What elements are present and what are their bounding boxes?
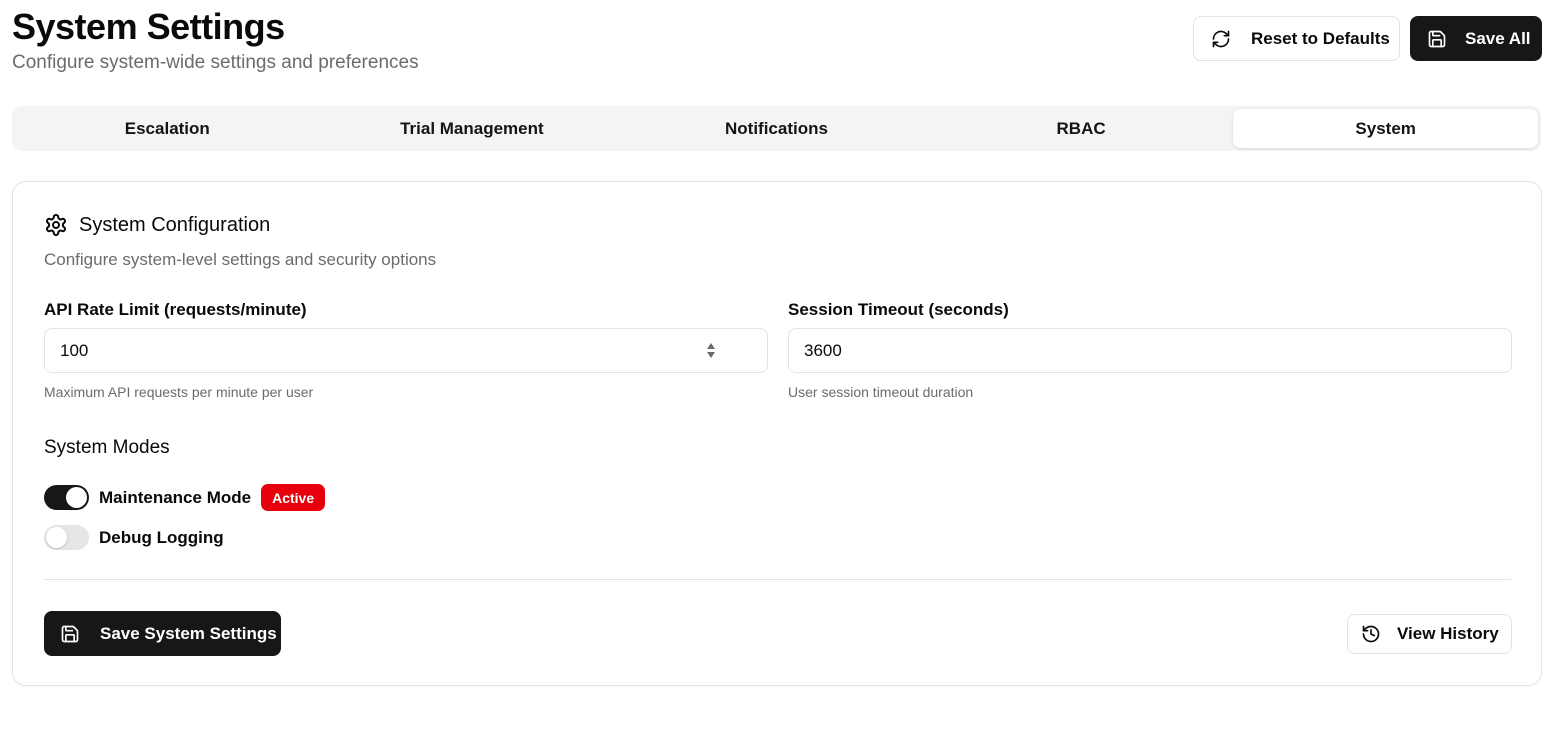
maintenance-mode-label: Maintenance Mode (99, 487, 252, 507)
page-title: System Settings (12, 6, 285, 47)
view-history-button[interactable]: View History (1347, 614, 1512, 654)
tab-escalation[interactable]: Escalation (15, 109, 320, 148)
debug-logging-toggle[interactable] (44, 525, 89, 550)
tab-trial-management[interactable]: Trial Management (320, 109, 625, 148)
save-system-settings-label: Save System Settings (100, 623, 277, 643)
card-description: Configure system-level settings and secu… (44, 250, 437, 269)
reset-to-defaults-label: Reset to Defaults (1251, 28, 1390, 48)
floppy-disk-icon (1426, 28, 1448, 50)
save-all-label: Save All (1465, 28, 1531, 48)
history-icon (1360, 623, 1382, 645)
toggle-knob (46, 527, 67, 548)
debug-logging-row: Debug Logging (44, 525, 224, 550)
save-system-settings-button[interactable]: Save System Settings (44, 611, 281, 656)
view-history-label: View History (1397, 624, 1499, 643)
session-timeout-label: Session Timeout (seconds) (788, 300, 1009, 319)
save-all-button[interactable]: Save All (1410, 16, 1542, 61)
system-modes-title: System Modes (44, 437, 170, 458)
tab-notifications[interactable]: Notifications (624, 109, 929, 148)
api-rate-limit-label: API Rate Limit (requests/minute) (44, 300, 307, 319)
reset-to-defaults-button[interactable]: Reset to Defaults (1193, 16, 1400, 61)
system-settings-page: System Settings Configure system-wide se… (0, 0, 1551, 753)
status-badge: Active (261, 484, 326, 511)
divider (44, 579, 1511, 580)
api-rate-limit-input[interactable] (44, 328, 768, 373)
tab-rbac[interactable]: RBAC (929, 109, 1234, 148)
settings-tabs: Escalation Trial Management Notification… (12, 106, 1541, 151)
tab-system[interactable]: System (1233, 109, 1538, 148)
api-rate-limit-stepper[interactable] (705, 339, 717, 361)
session-timeout-help: User session timeout duration (788, 384, 974, 400)
maintenance-mode-row: Maintenance Mode Active (44, 484, 326, 511)
gear-icon (44, 213, 68, 237)
api-rate-limit-help: Maximum API requests per minute per user (44, 384, 314, 400)
session-timeout-input[interactable] (788, 328, 1512, 373)
stepper-down-icon[interactable] (707, 351, 715, 358)
card-title: System Configuration (79, 213, 271, 236)
floppy-disk-icon (59, 623, 81, 645)
card-header: System Configuration (44, 213, 270, 237)
toggle-knob (66, 487, 87, 508)
refresh-icon (1210, 28, 1232, 50)
debug-logging-label: Debug Logging (99, 527, 224, 547)
maintenance-mode-toggle[interactable] (44, 485, 89, 510)
page-subtitle: Configure system-wide settings and prefe… (12, 52, 419, 73)
system-configuration-card: System Configuration Configure system-le… (12, 181, 1542, 686)
stepper-up-icon[interactable] (707, 342, 715, 349)
